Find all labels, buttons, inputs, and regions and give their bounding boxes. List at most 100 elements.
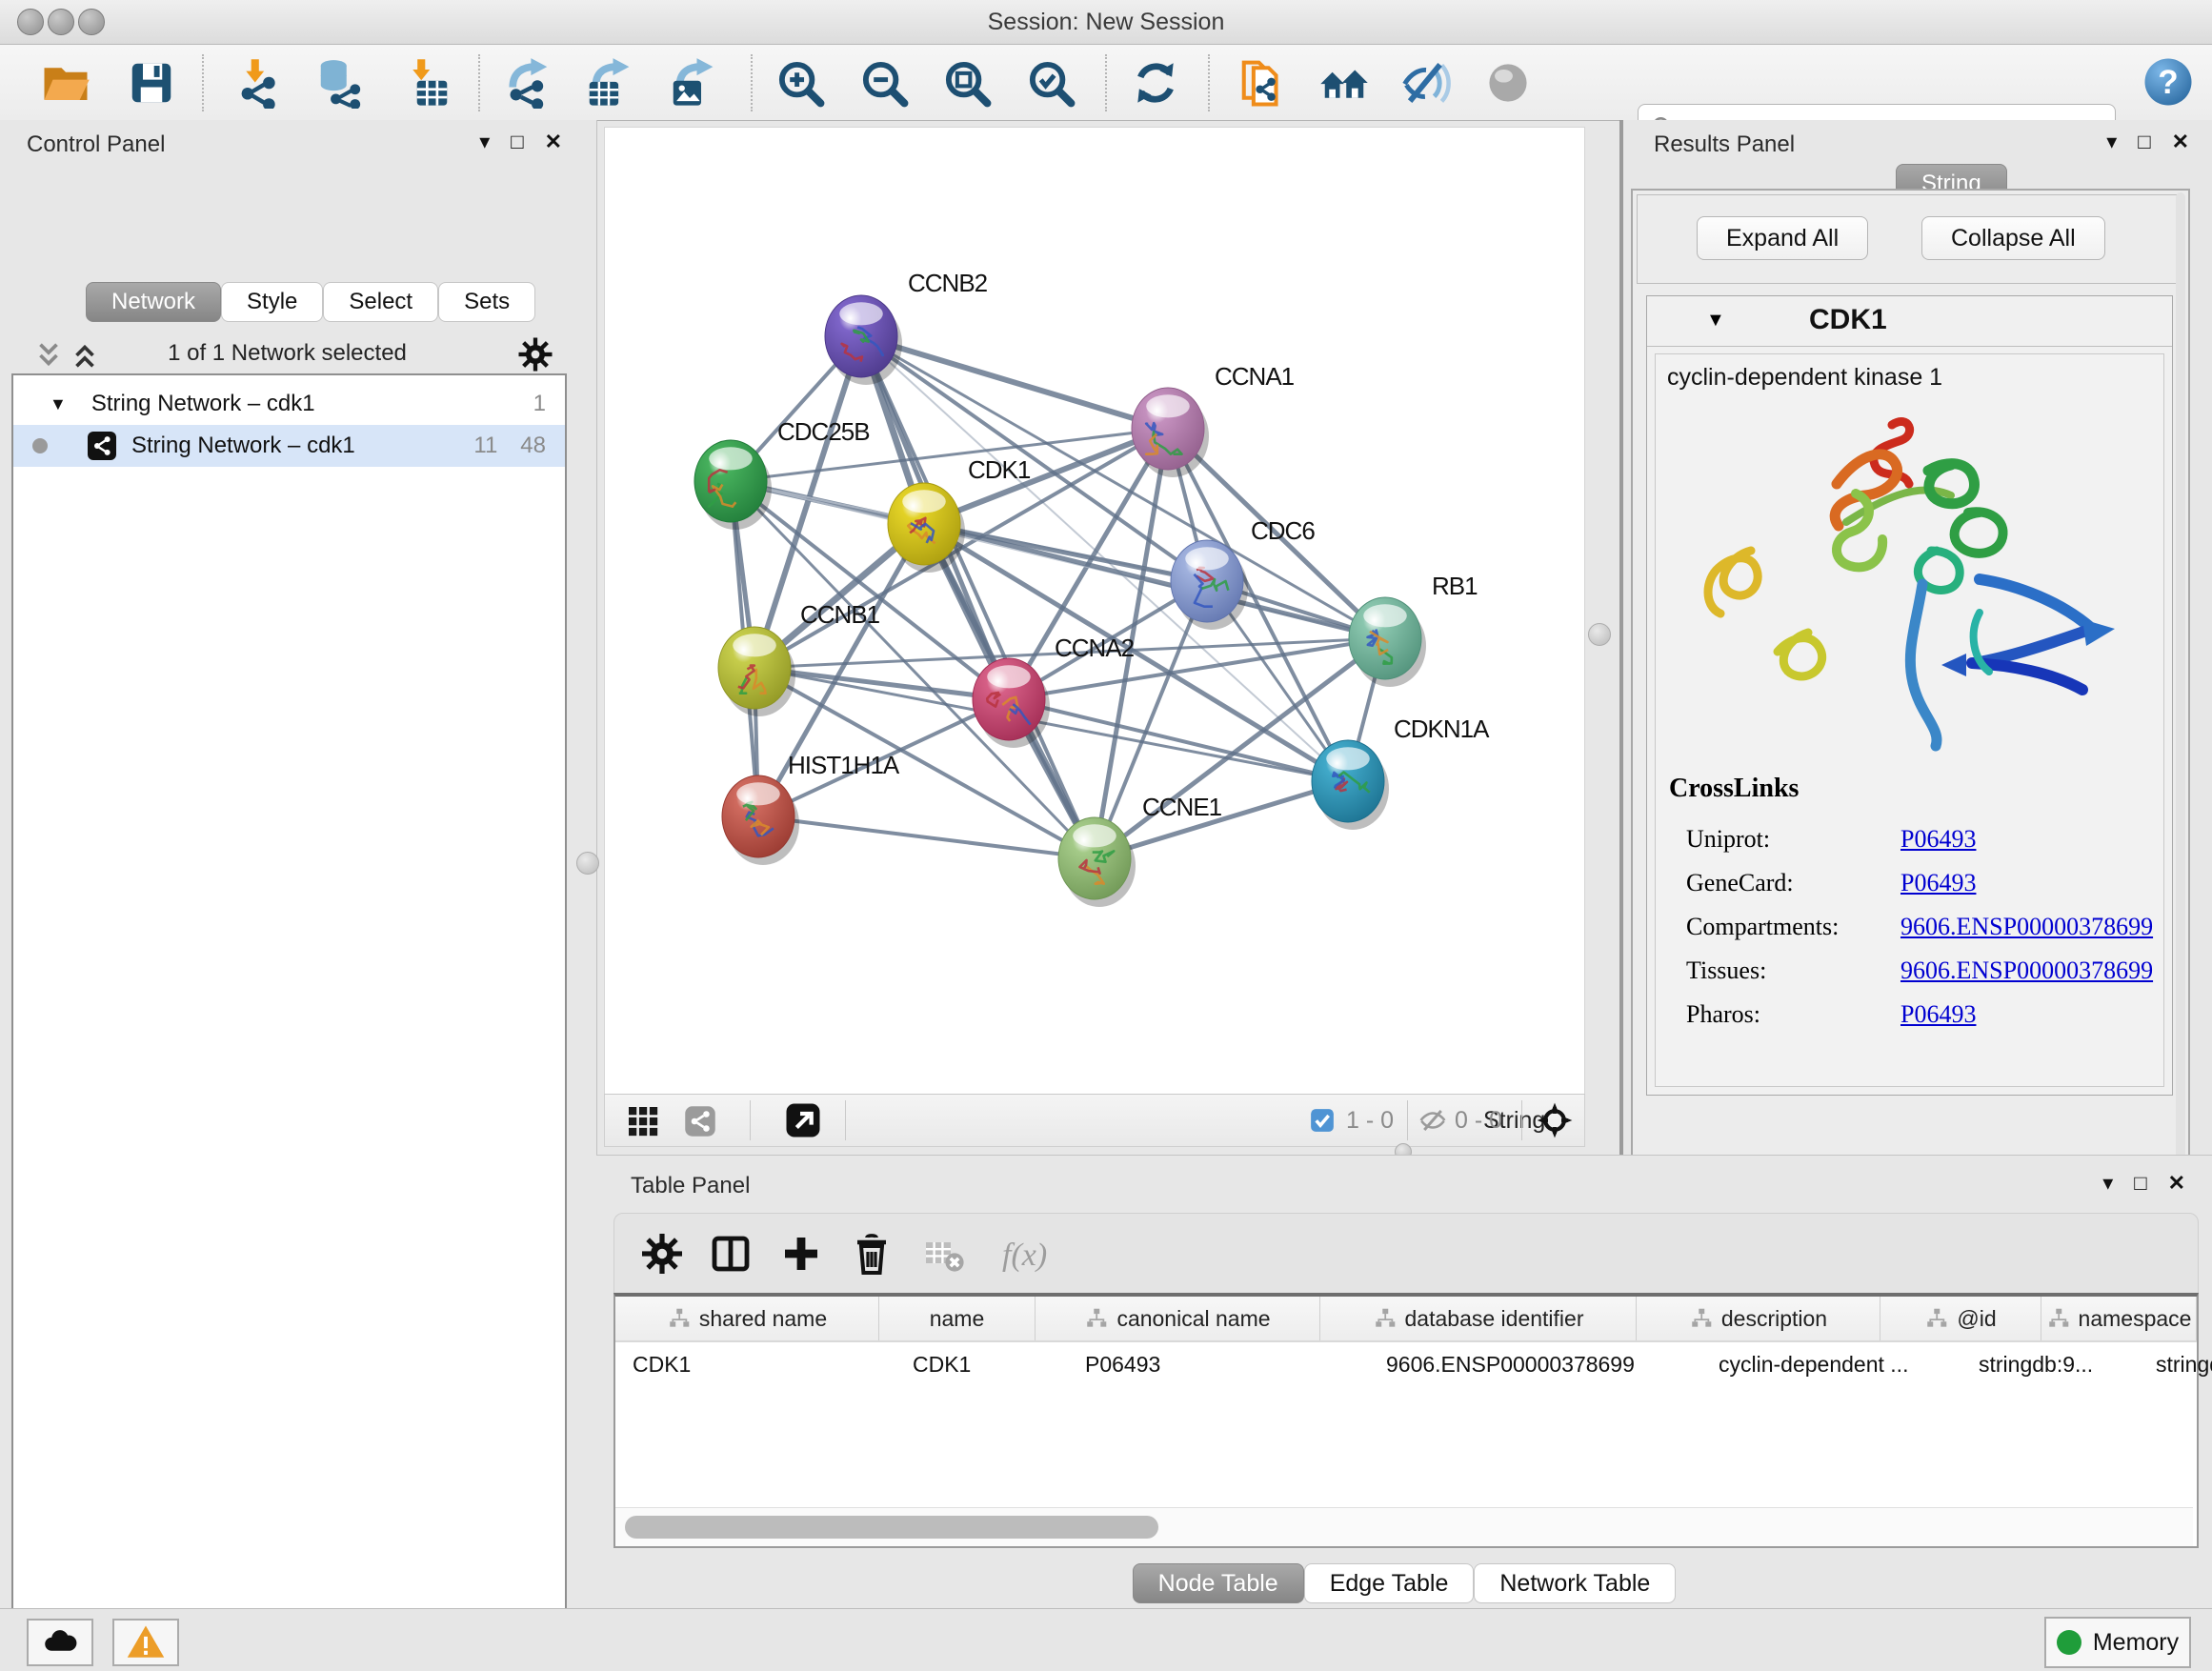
network-node-cdkn1a[interactable]: [1312, 740, 1389, 830]
tab-select[interactable]: Select: [323, 282, 438, 322]
eye-icon[interactable]: [1482, 57, 1534, 109]
help-icon[interactable]: ?: [2142, 55, 2193, 107]
network-node-ccne1[interactable]: [1058, 817, 1136, 907]
string-home-icon[interactable]: [1318, 57, 1370, 109]
import-table-file-icon[interactable]: [402, 57, 453, 109]
crosslink-link[interactable]: 9606.ENSP00000378699: [1900, 913, 2153, 941]
table-cell[interactable]: 9606.ENSP00000378699: [1369, 1342, 1701, 1386]
table-cell[interactable]: CDK1: [615, 1342, 895, 1386]
zoom-selected-icon[interactable]: [1025, 57, 1076, 109]
string-import-icon[interactable]: [1237, 57, 1289, 109]
network-row[interactable]: String Network – cdk1 11 48: [13, 425, 565, 467]
tab-sets[interactable]: Sets: [438, 282, 535, 322]
warnings-button[interactable]: [112, 1619, 179, 1666]
memory-button[interactable]: Memory: [2044, 1617, 2191, 1668]
network-node-ccnb2[interactable]: [825, 295, 902, 385]
network-node-rb1[interactable]: [1349, 597, 1426, 687]
results-scrollbar[interactable]: [2176, 192, 2185, 1168]
tab-network-table[interactable]: Network Table: [1474, 1563, 1676, 1603]
network-edge[interactable]: [1009, 699, 1348, 781]
column-header-database-identifier[interactable]: database identifier: [1320, 1297, 1637, 1340]
cloud-status-button[interactable]: [27, 1619, 93, 1666]
panel-close-icon[interactable]: ✕: [545, 131, 562, 152]
section-collapse-icon[interactable]: ▼: [1706, 310, 1725, 332]
table-settings-gear-icon[interactable]: [639, 1231, 685, 1277]
panel-float-icon[interactable]: □: [2134, 1173, 2146, 1194]
table-cell[interactable]: P06493: [1068, 1342, 1369, 1386]
export-table-icon[interactable]: [583, 57, 634, 109]
save-session-icon[interactable]: [126, 57, 177, 109]
network-edge[interactable]: [861, 336, 1095, 858]
zoom-fit-icon[interactable]: [941, 57, 993, 109]
tab-node-table[interactable]: Node Table: [1133, 1563, 1304, 1603]
column-header--id[interactable]: @id: [1880, 1297, 2041, 1340]
tab-edge-table[interactable]: Edge Table: [1304, 1563, 1475, 1603]
table-scrollbar-thumb[interactable]: [625, 1516, 1158, 1539]
refresh-icon[interactable]: [1130, 57, 1181, 109]
zoom-in-icon[interactable]: [774, 57, 826, 109]
table-cell[interactable]: stringdb: [2139, 1342, 2212, 1386]
network-edge[interactable]: [758, 816, 1095, 858]
network-view-toolbar: String Network – cdk1 1 - 0 0 - 0: [604, 1094, 1585, 1147]
show-columns-icon[interactable]: [708, 1231, 754, 1277]
application-window: Session: New Session: [0, 0, 2212, 1671]
column-header-namespace[interactable]: namespace: [2041, 1297, 2197, 1340]
main-toolbar: ?: [0, 45, 2212, 121]
column-header-canonical-name[interactable]: canonical name: [1036, 1297, 1320, 1340]
import-network-database-icon[interactable]: [314, 57, 366, 109]
network-node-hist1h1a[interactable]: [722, 775, 799, 865]
tab-style[interactable]: Style: [221, 282, 323, 322]
panel-float-icon[interactable]: □: [511, 131, 523, 152]
collapse-all-button[interactable]: Collapse All: [1921, 216, 2105, 260]
import-network-file-icon[interactable]: [231, 57, 283, 109]
gene-section-header[interactable]: ▼ CDK1: [1647, 296, 2172, 347]
expand-all-button[interactable]: Expand All: [1697, 216, 1868, 260]
export-image-icon[interactable]: [667, 57, 718, 109]
network-view-share-icon[interactable]: [683, 1104, 717, 1138]
network-edge[interactable]: [924, 524, 1385, 638]
table-horizontal-scrollbar[interactable]: [615, 1507, 2193, 1546]
network-canvas[interactable]: CCNB2CCNA1CDC25BCDK1CDC6RB1CCNB1CCNA2CDK…: [604, 127, 1585, 1096]
collection-expander-icon[interactable]: ▼: [50, 394, 67, 414]
fit-crosshair-icon[interactable]: [1535, 1100, 1575, 1140]
grid-view-icon[interactable]: [626, 1104, 660, 1138]
export-network-icon[interactable]: [502, 57, 553, 109]
status-bar: Memory: [0, 1608, 2212, 1671]
tab-network[interactable]: Network: [86, 282, 221, 322]
crosslink-link[interactable]: P06493: [1900, 825, 1976, 854]
panel-menu-icon[interactable]: ▾: [2106, 131, 2117, 152]
node-table[interactable]: shared namenamecanonical namedatabase id…: [613, 1293, 2199, 1548]
crosslink-link[interactable]: P06493: [1900, 1000, 1976, 1029]
right-splitter-grip[interactable]: [1588, 623, 1611, 646]
zoom-out-icon[interactable]: [858, 57, 910, 109]
selected-checkbox-icon[interactable]: [1308, 1106, 1337, 1135]
crosslink-link[interactable]: 9606.ENSP00000378699: [1900, 956, 2153, 985]
network-node-cdc25b[interactable]: [694, 440, 772, 530]
network-edge[interactable]: [861, 336, 1168, 429]
crosslink-link[interactable]: P06493: [1900, 869, 1976, 897]
left-splitter-grip[interactable]: [576, 852, 599, 875]
string-hide-glass-icon[interactable]: [1400, 57, 1452, 109]
column-header-shared-name[interactable]: shared name: [615, 1297, 879, 1340]
hidden-eye-slash-icon[interactable]: [1418, 1106, 1447, 1135]
table-cell[interactable]: stringdb:9...: [1961, 1342, 2139, 1386]
column-header-name[interactable]: name: [879, 1297, 1036, 1340]
table-cell[interactable]: cyclin-dependent ...: [1701, 1342, 1961, 1386]
column-header-description[interactable]: description: [1637, 1297, 1880, 1340]
delete-column-trash-icon[interactable]: [849, 1231, 895, 1277]
panel-menu-icon[interactable]: ▾: [479, 131, 490, 152]
network-node-ccna2[interactable]: [973, 658, 1050, 748]
panel-menu-icon[interactable]: ▾: [2102, 1173, 2113, 1194]
add-column-icon[interactable]: [778, 1231, 824, 1277]
table-cell[interactable]: CDK1: [895, 1342, 1068, 1386]
open-session-icon[interactable]: [40, 57, 91, 109]
network-collection-row[interactable]: ▼ String Network – cdk1 1: [13, 383, 565, 425]
panel-float-icon[interactable]: □: [2138, 131, 2150, 152]
birds-eye-view-icon[interactable]: [784, 1101, 822, 1139]
panel-close-icon[interactable]: ✕: [2172, 131, 2189, 152]
network-node-ccna1[interactable]: [1132, 388, 1209, 477]
panel-close-icon[interactable]: ✕: [2168, 1173, 2185, 1194]
network-node-cdk1[interactable]: [888, 483, 965, 573]
node-label-hist1h1a: HIST1H1A: [788, 751, 900, 779]
network-options-gear-icon[interactable]: [516, 335, 554, 373]
